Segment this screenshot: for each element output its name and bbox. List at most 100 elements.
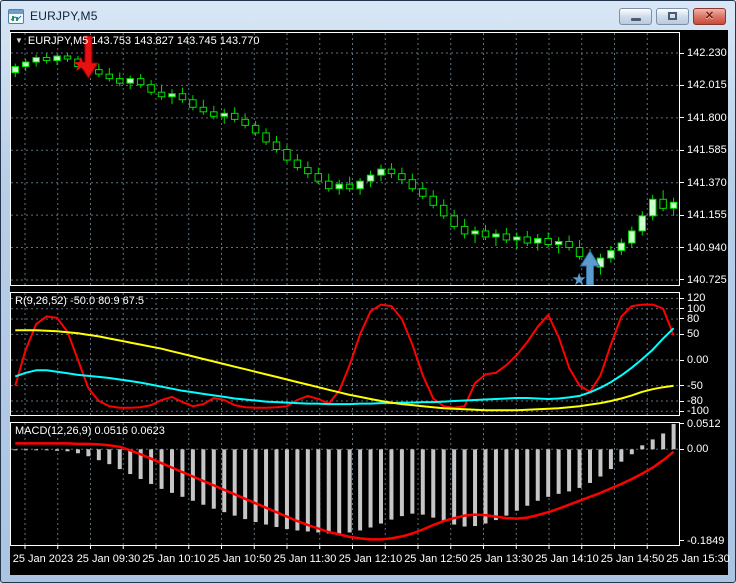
time-label: 25 Jan 11:30 <box>273 553 337 565</box>
scale-label: 141.800 <box>680 112 727 124</box>
window-title: EURJPY,M5 <box>30 9 98 23</box>
macd-histogram-bar <box>211 449 216 509</box>
scale-tick <box>680 540 684 542</box>
candle-body <box>408 179 417 190</box>
minimize-button[interactable] <box>619 7 652 25</box>
candlestick-canvas[interactable]: ★★ <box>11 33 679 285</box>
time-label: 25 Jan 15:30 <box>666 553 730 565</box>
candle-body <box>32 57 40 63</box>
oscillator-header: R(9,26,52) -50.0 80.9 67.5 <box>15 295 144 307</box>
macd-histogram-bar <box>264 449 269 525</box>
candle-body <box>617 242 626 252</box>
candle-body <box>126 78 134 84</box>
candle-body <box>314 173 323 182</box>
chart-client-area: ▼ EURJPY,M5 143.753 143.827 143.745 143.… <box>10 30 730 575</box>
macd-histogram-bar <box>389 449 394 520</box>
scale-tick <box>680 448 684 450</box>
candle-body <box>648 198 657 217</box>
ohlc-readout: EURJPY,M5 143.753 143.827 143.745 143.77… <box>27 35 260 47</box>
macd-histogram-bar <box>117 449 122 470</box>
symbol-dropdown-icon[interactable]: ▼ <box>15 37 23 45</box>
time-axis-ticks <box>24 546 648 549</box>
candle-body <box>199 106 208 113</box>
time-label: 25 Jan 10:10 <box>142 553 206 565</box>
time-axis[interactable]: 25 Jan 2023 25 Jan 09:30 25 Jan 10:10 25 Ja… <box>10 546 730 575</box>
macd-histogram-bar <box>170 449 174 493</box>
scale-label: 142.015 <box>680 79 727 91</box>
macd-histogram-bar <box>514 449 519 511</box>
scale-label: 140.725 <box>680 274 727 286</box>
time-label: 25 Jan 10:50 <box>207 553 272 565</box>
candle-body <box>377 168 385 176</box>
macd-histogram-bar <box>640 445 645 450</box>
candle-body <box>63 55 72 60</box>
oscillator-canvas[interactable] <box>11 293 679 415</box>
scale-label: 141.585 <box>680 144 727 156</box>
macd-histogram-bar <box>577 449 582 488</box>
candle-body <box>638 215 646 232</box>
time-label: 25 Jan 12:50 <box>404 553 468 565</box>
oscillator-panel[interactable]: R(9,26,52) -50.0 80.9 67.5 <box>10 292 680 416</box>
price-panel[interactable]: ▼ EURJPY,M5 143.753 143.827 143.745 143.… <box>10 32 680 286</box>
macd-histogram-bar <box>201 449 206 505</box>
candle-body <box>157 91 166 98</box>
macd-histogram-bar <box>368 449 373 528</box>
candle-body <box>189 99 197 108</box>
scale-tick <box>680 247 684 249</box>
macd-histogram-bar <box>598 449 603 477</box>
macd-histogram-bar <box>379 449 383 524</box>
titlebar[interactable]: EURJPY,M5 ✕ <box>3 3 733 29</box>
candle-body <box>575 247 584 258</box>
macd-histogram-bar <box>149 449 154 484</box>
candle-body <box>429 195 437 206</box>
close-icon: ✕ <box>704 9 715 22</box>
sell-star-icon: ★ <box>72 54 90 76</box>
macd-histogram-bar <box>337 449 342 534</box>
restore-button[interactable] <box>656 7 689 25</box>
candle-body <box>513 236 521 241</box>
scale-tick <box>680 84 684 86</box>
scale-tick <box>680 149 684 151</box>
candle-body <box>335 183 343 190</box>
macd-histogram-bar <box>75 449 80 454</box>
time-label: 25 Jan 12:10 <box>338 553 403 565</box>
candle-body <box>398 173 406 181</box>
scale-tick <box>680 297 684 299</box>
scale-label: -100 <box>680 405 709 417</box>
macd-histogram-bar <box>86 449 91 457</box>
candle-body <box>251 124 260 134</box>
scale-tick <box>680 279 684 281</box>
oscillator-readout: R(9,26,52) -50.0 80.9 67.5 <box>15 295 145 307</box>
candle-body <box>628 230 636 244</box>
candle-body <box>565 241 573 249</box>
macd-histogram-bar <box>326 449 331 534</box>
scale-tick <box>680 52 684 54</box>
macd-panel[interactable]: MACD(12,26,9) 0.0516 0.0623 <box>10 422 680 546</box>
candle-body <box>220 112 228 117</box>
macd-histogram-bar <box>243 449 248 520</box>
scale-tick <box>680 308 684 310</box>
macd-histogram-bar <box>316 449 321 533</box>
macd-histogram-bar <box>128 449 133 475</box>
price-scale[interactable]: 142.230 142.015 141.800 141.585 141.370 141.1… <box>680 30 728 575</box>
macd-histogram-bar <box>504 449 509 516</box>
candle-body <box>304 167 312 175</box>
macd-histogram-bar <box>619 449 624 462</box>
candle-body <box>481 230 490 238</box>
candle-body <box>21 61 30 68</box>
candle-body <box>147 84 155 93</box>
macd-signal-line <box>15 442 675 541</box>
candle-body <box>116 78 124 84</box>
macd-histogram-bar <box>535 449 540 501</box>
macd-readout: MACD(12,26,9) 0.0516 0.0623 <box>15 425 165 437</box>
time-label: 25 Jan 2023 <box>12 553 74 565</box>
macd-canvas[interactable] <box>11 423 679 545</box>
scale-tick <box>680 333 684 335</box>
scale-label: 0.00 <box>680 354 708 366</box>
macd-histogram-bar <box>452 449 457 525</box>
macd-histogram-bar <box>23 449 28 451</box>
close-button[interactable]: ✕ <box>693 7 726 25</box>
macd-histogram-bar <box>556 449 561 494</box>
candle-body <box>607 250 615 259</box>
candle-body <box>105 73 114 80</box>
